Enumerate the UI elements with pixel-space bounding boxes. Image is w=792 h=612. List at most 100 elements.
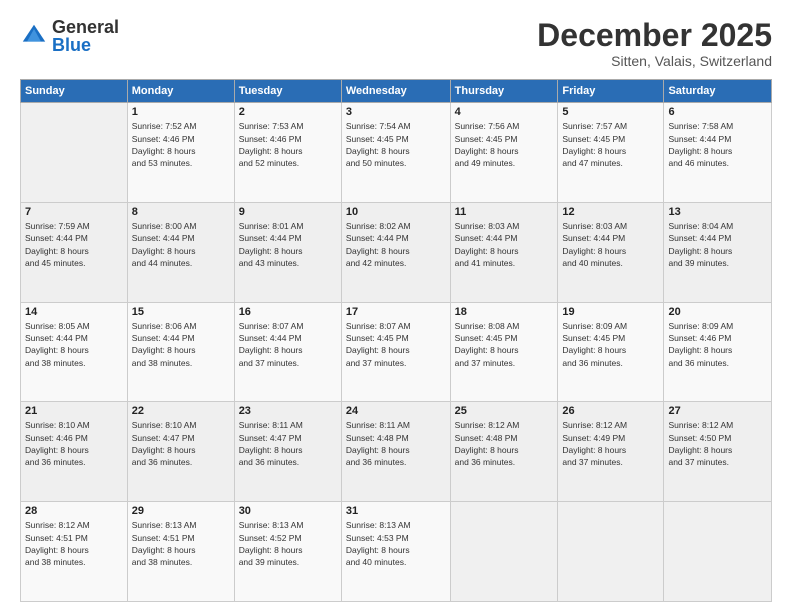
calendar-cell: 23Sunrise: 8:11 AMSunset: 4:47 PMDayligh… (234, 402, 341, 502)
header: General Blue December 2025 Sitten, Valai… (20, 18, 772, 69)
day-info: Sunrise: 8:00 AMSunset: 4:44 PMDaylight:… (132, 220, 230, 269)
day-number: 26 (562, 405, 659, 417)
calendar-cell: 10 Sunrise: 8:02 AMSunset: 4:44 PMDayligh… (341, 202, 450, 302)
day-number: 18 (455, 306, 554, 318)
calendar-cell: 22 Sunrise: 8:10 AMSunset: 4:47 PMDayligh… (127, 402, 234, 502)
logo: General Blue (20, 18, 119, 54)
day-number: 10 (346, 206, 446, 218)
day-number: 20 (668, 306, 767, 318)
day-info: Sunrise: 8:08 AMSunset: 4:45 PMDaylight:… (455, 320, 554, 369)
weekday-header-row: SundayMondayTuesdayWednesdayThursdayFrid… (21, 80, 772, 103)
calendar-cell: 3 Sunrise: 7:54 AMSunset: 4:45 PMDaylight… (341, 103, 450, 203)
day-info: Sunrise: 8:10 AMSunset: 4:47 PMDaylight:… (132, 419, 230, 468)
calendar-cell: 6 Sunrise: 7:58 AMSunset: 4:44 PMDaylight… (664, 103, 772, 203)
day-number: 27 (668, 405, 767, 417)
calendar-header: SundayMondayTuesdayWednesdayThursdayFrid… (21, 80, 772, 103)
day-number: 31 (346, 505, 446, 517)
logo-icon (20, 22, 48, 50)
weekday-header-sunday: Sunday (21, 80, 128, 103)
title-block: December 2025 Sitten, Valais, Switzerlan… (537, 18, 772, 69)
calendar-week-1: 1Sunrise: 7:52 AMSunset: 4:46 PMDaylight… (21, 103, 772, 203)
calendar-cell: 2Sunrise: 7:53 AMSunset: 4:46 PMDaylight… (234, 103, 341, 203)
calendar-cell: 8 Sunrise: 8:00 AMSunset: 4:44 PMDaylight… (127, 202, 234, 302)
day-info: Sunrise: 7:58 AMSunset: 4:44 PMDaylight:… (668, 120, 767, 169)
weekday-header-saturday: Saturday (664, 80, 772, 103)
day-number: 1 (132, 106, 230, 118)
day-info: Sunrise: 8:12 AMSunset: 4:49 PMDaylight:… (562, 419, 659, 468)
day-info: Sunrise: 8:07 AMSunset: 4:45 PMDaylight:… (346, 320, 446, 369)
weekday-header-thursday: Thursday (450, 80, 558, 103)
day-number: 22 (132, 405, 230, 417)
day-info: Sunrise: 8:01 AMSunset: 4:44 PMDaylight:… (239, 220, 337, 269)
day-info: Sunrise: 8:11 AMSunset: 4:48 PMDaylight:… (346, 419, 446, 468)
logo-text: General Blue (52, 18, 119, 54)
page: General Blue December 2025 Sitten, Valai… (0, 0, 792, 612)
day-number: 6 (668, 106, 767, 118)
day-number: 11 (455, 206, 554, 218)
calendar-week-3: 14Sunrise: 8:05 AMSunset: 4:44 PMDayligh… (21, 302, 772, 402)
weekday-header-monday: Monday (127, 80, 234, 103)
day-number: 7 (25, 206, 123, 218)
day-info: Sunrise: 8:09 AMSunset: 4:45 PMDaylight:… (562, 320, 659, 369)
calendar-cell: 9 Sunrise: 8:01 AMSunset: 4:44 PMDaylight… (234, 202, 341, 302)
calendar-cell: 26 Sunrise: 8:12 AMSunset: 4:49 PMDayligh… (558, 402, 664, 502)
calendar-body: 1Sunrise: 7:52 AMSunset: 4:46 PMDaylight… (21, 103, 772, 602)
day-info: Sunrise: 8:13 AMSunset: 4:53 PMDaylight:… (346, 519, 446, 568)
day-info: Sunrise: 8:03 AMSunset: 4:44 PMDaylight:… (562, 220, 659, 269)
logo-general: General (52, 18, 119, 36)
day-number: 9 (239, 206, 337, 218)
day-info: Sunrise: 8:06 AMSunset: 4:44 PMDaylight:… (132, 320, 230, 369)
calendar-cell: 31 Sunrise: 8:13 AMSunset: 4:53 PMDayligh… (341, 502, 450, 602)
calendar-cell: 13Sunrise: 8:04 AMSunset: 4:44 PMDayligh… (664, 202, 772, 302)
day-number: 16 (239, 306, 337, 318)
calendar-cell: 16Sunrise: 8:07 AMSunset: 4:44 PMDayligh… (234, 302, 341, 402)
day-number: 30 (239, 505, 337, 517)
day-number: 8 (132, 206, 230, 218)
calendar-week-2: 7Sunrise: 7:59 AMSunset: 4:44 PMDaylight… (21, 202, 772, 302)
calendar-cell: 18 Sunrise: 8:08 AMSunset: 4:45 PMDayligh… (450, 302, 558, 402)
day-info: Sunrise: 7:54 AMSunset: 4:45 PMDaylight:… (346, 120, 446, 169)
day-info: Sunrise: 8:13 AMSunset: 4:51 PMDaylight:… (132, 519, 230, 568)
calendar-cell: 7Sunrise: 7:59 AMSunset: 4:44 PMDaylight… (21, 202, 128, 302)
calendar-cell: 24 Sunrise: 8:11 AMSunset: 4:48 PMDayligh… (341, 402, 450, 502)
calendar-cell: 20 Sunrise: 8:09 AMSunset: 4:46 PMDayligh… (664, 302, 772, 402)
calendar-table: SundayMondayTuesdayWednesdayThursdayFrid… (20, 79, 772, 602)
day-number: 28 (25, 505, 123, 517)
day-number: 29 (132, 505, 230, 517)
day-number: 2 (239, 106, 337, 118)
calendar-cell: 29 Sunrise: 8:13 AMSunset: 4:51 PMDayligh… (127, 502, 234, 602)
day-info: Sunrise: 8:02 AMSunset: 4:44 PMDaylight:… (346, 220, 446, 269)
day-number: 24 (346, 405, 446, 417)
day-number: 17 (346, 306, 446, 318)
calendar-cell: 27Sunrise: 8:12 AMSunset: 4:50 PMDayligh… (664, 402, 772, 502)
day-number: 15 (132, 306, 230, 318)
day-number: 21 (25, 405, 123, 417)
day-info: Sunrise: 7:56 AMSunset: 4:45 PMDaylight:… (455, 120, 554, 169)
day-info: Sunrise: 8:12 AMSunset: 4:48 PMDaylight:… (455, 419, 554, 468)
calendar-cell: 4Sunrise: 7:56 AMSunset: 4:45 PMDaylight… (450, 103, 558, 203)
calendar-week-5: 28Sunrise: 8:12 AMSunset: 4:51 PMDayligh… (21, 502, 772, 602)
calendar-cell (558, 502, 664, 602)
calendar-cell (21, 103, 128, 203)
calendar-cell: 17 Sunrise: 8:07 AMSunset: 4:45 PMDayligh… (341, 302, 450, 402)
day-info: Sunrise: 8:13 AMSunset: 4:52 PMDaylight:… (239, 519, 337, 568)
logo-blue: Blue (52, 36, 119, 54)
day-number: 23 (239, 405, 337, 417)
day-number: 13 (668, 206, 767, 218)
calendar-cell: 5Sunrise: 7:57 AMSunset: 4:45 PMDaylight… (558, 103, 664, 203)
weekday-header-wednesday: Wednesday (341, 80, 450, 103)
day-info: Sunrise: 8:10 AMSunset: 4:46 PMDaylight:… (25, 419, 123, 468)
calendar-cell: 15 Sunrise: 8:06 AMSunset: 4:44 PMDayligh… (127, 302, 234, 402)
weekday-header-friday: Friday (558, 80, 664, 103)
day-info: Sunrise: 8:09 AMSunset: 4:46 PMDaylight:… (668, 320, 767, 369)
day-info: Sunrise: 8:05 AMSunset: 4:44 PMDaylight:… (25, 320, 123, 369)
calendar-cell: 25Sunrise: 8:12 AMSunset: 4:48 PMDayligh… (450, 402, 558, 502)
calendar-cell: 28Sunrise: 8:12 AMSunset: 4:51 PMDayligh… (21, 502, 128, 602)
calendar-cell: 14Sunrise: 8:05 AMSunset: 4:44 PMDayligh… (21, 302, 128, 402)
day-number: 3 (346, 106, 446, 118)
calendar-cell: 11Sunrise: 8:03 AMSunset: 4:44 PMDayligh… (450, 202, 558, 302)
calendar-cell (450, 502, 558, 602)
weekday-header-tuesday: Tuesday (234, 80, 341, 103)
calendar-week-4: 21 Sunrise: 8:10 AMSunset: 4:46 PMDayligh… (21, 402, 772, 502)
calendar-cell: 30 Sunrise: 8:13 AMSunset: 4:52 PMDayligh… (234, 502, 341, 602)
